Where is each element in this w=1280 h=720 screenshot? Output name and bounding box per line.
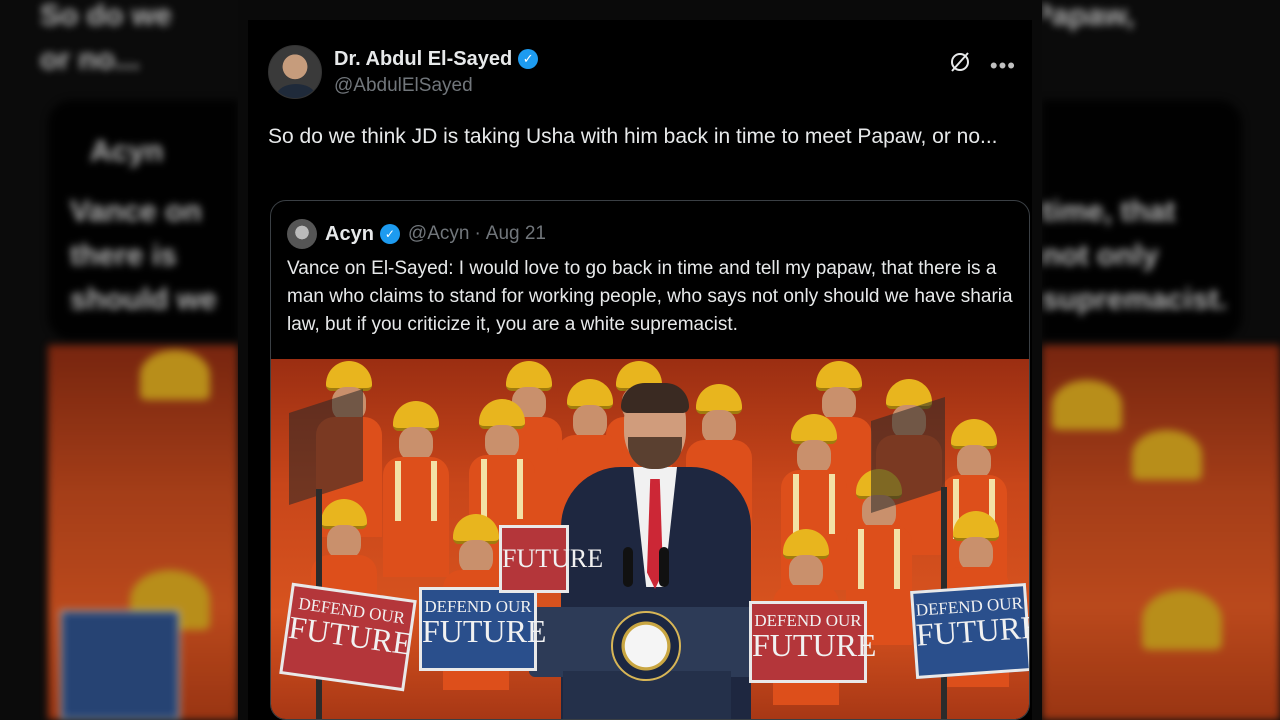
background-text-blur: supremacist.: [1042, 283, 1228, 316]
speaker-beard: [628, 437, 682, 469]
tweet-author-row: Dr. Abdul El-Sayed ✓ @AbdulElSayed: [268, 45, 539, 99]
background-helmet: [1132, 430, 1202, 480]
background-text-blur: should we: [70, 283, 217, 316]
grok-icon-svg: [950, 52, 969, 72]
rally-sign: DEFEND OUR FUTURE: [749, 601, 877, 683]
quoted-tweet-text: Vance on El-Sayed: I would love to go ba…: [287, 258, 1013, 335]
background-helmet: [1052, 380, 1122, 430]
face: [959, 537, 993, 571]
quoted-tweet-image[interactable]: DEFEND OUR FUTURE DEFEND OUR FUTURE FUTU…: [271, 359, 1030, 719]
background-text-blur: So do we: [40, 0, 172, 32]
background-text-blur: or no...: [40, 43, 140, 76]
face: [485, 425, 519, 459]
vest-stripe: [395, 461, 401, 521]
sign-line2: FUTURE: [422, 613, 547, 649]
microphone: [623, 547, 633, 587]
face: [459, 540, 493, 574]
background-text-blur: Acyn: [90, 135, 164, 168]
sign-line2: FUTURE: [752, 627, 877, 663]
verified-badge-icon: ✓: [518, 49, 539, 69]
tweet-card: Dr. Abdul El-Sayed ✓ @AbdulElSayed ••• S…: [248, 20, 1032, 720]
background-helmet: [1142, 590, 1222, 650]
rally-sign: DEFEND OUR FUTURE: [419, 587, 547, 671]
quoted-tweet[interactable]: Acyn ✓ @Acyn · Aug 21 Vance on El-Sayed:…: [270, 200, 1030, 720]
quoted-separator: ·: [474, 223, 481, 244]
background-helmet: [140, 350, 210, 400]
rally-sign: DEFEND OUR FUTURE: [279, 582, 417, 692]
vice-president-seal: [611, 611, 681, 681]
vest-stripe: [481, 459, 487, 519]
avatar-shirt: [277, 84, 315, 98]
background-text-blur: not only: [1042, 239, 1159, 272]
background-right-blur: Papaw, time, that not only supremacist.: [1042, 0, 1280, 720]
microphone: [659, 547, 669, 587]
rally-sign: DEFEND OUR FUTURE: [910, 583, 1030, 679]
rally-sign: FUTURE: [499, 525, 604, 593]
background-text-blur: time, that: [1042, 195, 1176, 228]
face: [399, 427, 433, 461]
quoted-tweet-header: Acyn ✓ @Acyn · Aug 21: [287, 219, 546, 249]
tweet-screenshot: Dr. Abdul El-Sayed ✓ @AbdulElSayed ••• S…: [238, 0, 1042, 720]
quoted-author-avatar[interactable]: [287, 219, 317, 249]
face: [789, 555, 823, 589]
author-display-name[interactable]: Dr. Abdul El-Sayed: [334, 48, 512, 71]
background-text-blur: Vance on: [70, 195, 202, 228]
vest-stripe: [858, 529, 864, 589]
vest-stripe: [431, 461, 437, 521]
background-text-blur: there is: [70, 239, 177, 272]
author-names: Dr. Abdul El-Sayed ✓ @AbdulElSayed: [334, 48, 539, 97]
face: [822, 387, 856, 421]
speaker-hair: [621, 383, 689, 413]
face: [797, 440, 831, 474]
face: [957, 445, 991, 479]
quoted-date[interactable]: Aug 21: [486, 223, 546, 245]
vest-stripe: [793, 474, 799, 534]
author-display-name-row[interactable]: Dr. Abdul El-Sayed ✓: [334, 48, 539, 71]
vest: [383, 457, 449, 577]
tweet-top-actions: •••: [948, 50, 1016, 81]
vest-stripe: [829, 474, 835, 534]
tweet-text: So do we think JD is taking Usha with hi…: [268, 125, 998, 148]
sign-line2: FUTURE: [914, 608, 1030, 653]
vest-stripe: [894, 529, 900, 589]
quoted-author-handle[interactable]: @Acyn: [408, 223, 470, 245]
background-text-blur: Papaw,: [1042, 0, 1135, 32]
background-sign: [60, 610, 180, 720]
more-options-icon[interactable]: •••: [990, 53, 1016, 79]
author-handle[interactable]: @AbdulElSayed: [334, 75, 538, 97]
quoted-verified-badge-icon: ✓: [379, 224, 400, 244]
quoted-author-display-name[interactable]: Acyn: [325, 223, 374, 246]
background-left-blur: So do we or no... Acyn Vance on there is…: [0, 0, 238, 720]
author-avatar[interactable]: [268, 45, 322, 99]
sign-line2: FUTURE: [502, 544, 604, 573]
vest-stripe: [517, 459, 523, 519]
grok-icon[interactable]: [948, 50, 972, 81]
face: [327, 525, 361, 559]
